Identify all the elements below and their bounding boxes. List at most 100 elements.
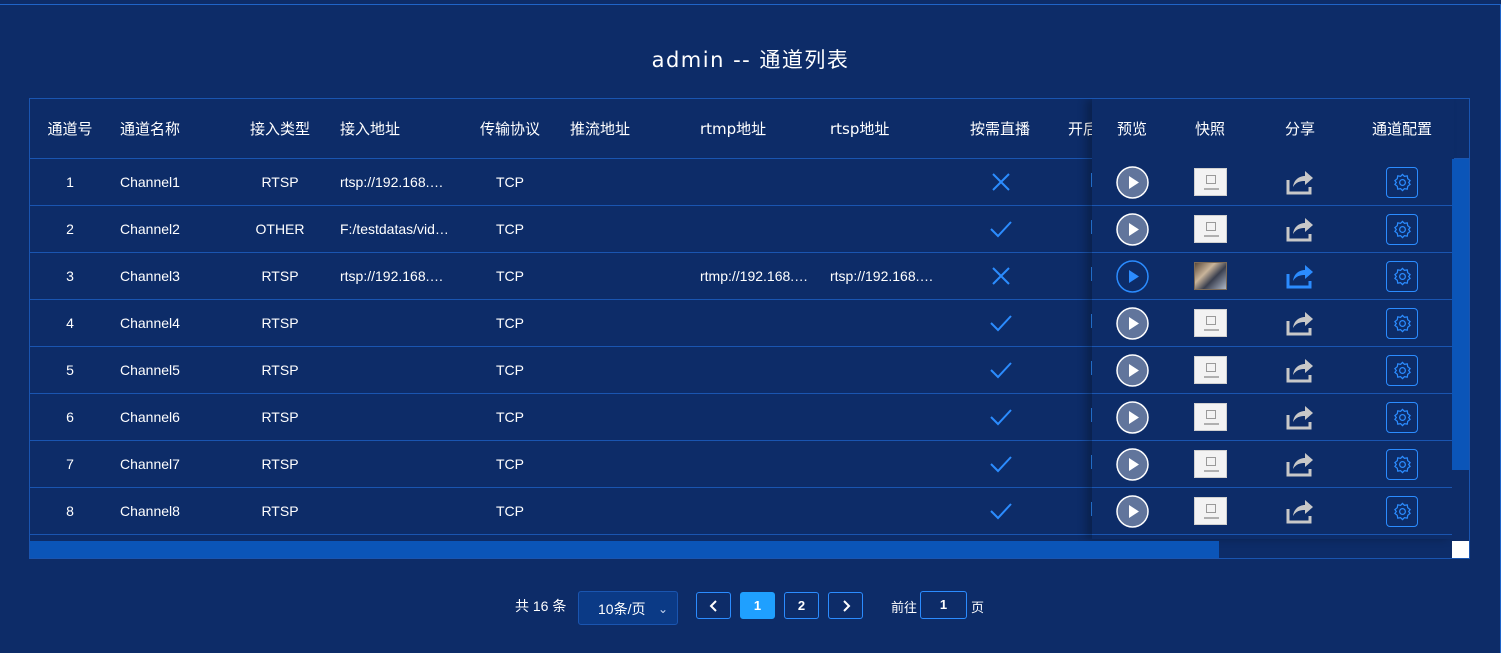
cell-rtmp-addr bbox=[700, 441, 812, 487]
chevron-left-icon bbox=[709, 600, 717, 612]
next-page-button[interactable] bbox=[828, 592, 863, 619]
header-protocol[interactable]: 传输协议 bbox=[470, 99, 550, 159]
snapshot-thumbnail[interactable] bbox=[1194, 262, 1227, 290]
check-icon bbox=[990, 456, 1012, 473]
goto-page-input[interactable]: 1 bbox=[920, 591, 967, 619]
snapshot-thumbnail[interactable] bbox=[1194, 497, 1227, 525]
cell-protocol: TCP bbox=[496, 503, 524, 519]
cell-protocol: TCP bbox=[496, 221, 524, 237]
cell-access-addr bbox=[340, 488, 452, 534]
play-circle-icon[interactable] bbox=[1116, 495, 1149, 528]
config-button[interactable] bbox=[1386, 167, 1418, 198]
share-icon[interactable] bbox=[1285, 450, 1315, 478]
page-size-select[interactable]: 10条/页 ⌄ bbox=[578, 591, 678, 625]
scrollbar-corner bbox=[1452, 541, 1469, 558]
header-config: 通道配置 bbox=[1371, 120, 1432, 138]
image-placeholder-icon bbox=[1206, 316, 1216, 325]
cell-access-type: RTSP bbox=[261, 315, 299, 331]
play-circle-icon[interactable] bbox=[1116, 448, 1149, 481]
cell-protocol: TCP bbox=[496, 456, 524, 472]
header-access-type[interactable]: 接入类型 bbox=[240, 99, 320, 159]
page-2-button[interactable]: 2 bbox=[784, 592, 819, 619]
cell-push-addr bbox=[570, 441, 682, 487]
snapshot-thumbnail[interactable] bbox=[1194, 309, 1227, 337]
config-button[interactable] bbox=[1386, 308, 1418, 339]
goto-label: 前往 bbox=[891, 600, 918, 615]
cell-channel-name: Channel7 bbox=[120, 456, 180, 472]
total-count: 共 16 条 bbox=[515, 598, 567, 614]
gear-icon bbox=[1394, 361, 1411, 380]
snapshot-thumbnail[interactable] bbox=[1194, 356, 1227, 384]
header-access-addr[interactable]: 接入地址 bbox=[340, 99, 460, 159]
snapshot-thumbnail[interactable] bbox=[1194, 215, 1227, 243]
snapshot-thumbnail[interactable] bbox=[1194, 403, 1227, 431]
prev-page-button[interactable] bbox=[696, 592, 731, 619]
snapshot-thumbnail[interactable] bbox=[1194, 450, 1227, 478]
config-button[interactable] bbox=[1386, 214, 1418, 245]
cell-access-type: RTSP bbox=[261, 503, 299, 519]
cell-channel-name: Channel8 bbox=[120, 503, 180, 519]
header-channel-name[interactable]: 通道名称 bbox=[120, 99, 230, 159]
share-icon[interactable] bbox=[1285, 356, 1315, 384]
fixed-row bbox=[1092, 206, 1452, 253]
play-circle-icon[interactable] bbox=[1116, 213, 1149, 246]
header-enable-partial: 开后 bbox=[1068, 120, 1092, 138]
page-size-value: 10条/页 bbox=[598, 601, 646, 617]
share-icon[interactable] bbox=[1285, 215, 1315, 243]
cell-channel-name: Channel3 bbox=[120, 268, 180, 284]
vertical-scrollbar-thumb[interactable] bbox=[1452, 159, 1469, 470]
cell-protocol: TCP bbox=[496, 268, 524, 284]
header-channel-no[interactable]: 通道号 bbox=[30, 99, 110, 159]
header-rtmp-addr[interactable]: rtmp地址 bbox=[700, 99, 820, 159]
image-placeholder-icon bbox=[1206, 504, 1216, 513]
check-icon bbox=[990, 503, 1012, 520]
header-push-addr[interactable]: 推流地址 bbox=[570, 99, 690, 159]
fixed-row bbox=[1092, 253, 1452, 300]
fixed-row bbox=[1092, 300, 1452, 347]
top-border-line bbox=[0, 4, 1501, 5]
cell-push-addr bbox=[570, 347, 682, 393]
cell-access-addr: rtsp://192.168.… bbox=[340, 174, 444, 190]
horizontal-scrollbar-thumb[interactable] bbox=[30, 541, 1219, 558]
cell-rtsp-addr bbox=[830, 394, 938, 440]
cell-access-type: OTHER bbox=[255, 221, 305, 237]
page-1-button[interactable]: 1 bbox=[740, 592, 775, 619]
header-on-demand[interactable]: 按需直播 bbox=[960, 99, 1040, 159]
header-rtsp-addr[interactable]: rtsp地址 bbox=[830, 99, 950, 159]
config-button[interactable] bbox=[1386, 449, 1418, 480]
cell-channel-no: 4 bbox=[66, 315, 74, 331]
cell-rtmp-addr bbox=[700, 488, 812, 534]
share-icon[interactable] bbox=[1285, 309, 1315, 337]
cell-channel-no: 7 bbox=[66, 456, 74, 472]
share-icon[interactable] bbox=[1285, 262, 1315, 290]
play-circle-icon[interactable] bbox=[1116, 354, 1149, 387]
share-icon[interactable] bbox=[1285, 168, 1315, 196]
share-icon[interactable] bbox=[1285, 497, 1315, 525]
cell-rtmp-addr bbox=[700, 394, 812, 440]
config-button[interactable] bbox=[1386, 496, 1418, 527]
config-button[interactable] bbox=[1386, 355, 1418, 386]
cell-push-addr bbox=[570, 394, 682, 440]
check-icon bbox=[990, 315, 1012, 332]
cell-rtmp-addr bbox=[700, 206, 812, 252]
config-button[interactable] bbox=[1386, 402, 1418, 433]
cell-access-type: RTSP bbox=[261, 409, 299, 425]
share-icon[interactable] bbox=[1285, 403, 1315, 431]
image-placeholder-icon bbox=[1206, 410, 1216, 419]
cell-push-addr bbox=[570, 206, 682, 252]
play-circle-icon[interactable] bbox=[1116, 401, 1149, 434]
snapshot-thumbnail[interactable] bbox=[1194, 168, 1227, 196]
check-icon bbox=[990, 409, 1012, 426]
cell-protocol: TCP bbox=[496, 315, 524, 331]
cell-rtmp-addr bbox=[700, 347, 812, 393]
cell-rtmp-addr bbox=[700, 159, 812, 205]
play-circle-icon[interactable] bbox=[1116, 166, 1149, 199]
play-circle-icon[interactable] bbox=[1116, 260, 1149, 293]
gear-icon bbox=[1394, 267, 1411, 286]
cell-channel-name: Channel2 bbox=[120, 221, 180, 237]
play-circle-icon[interactable] bbox=[1116, 307, 1149, 340]
fixed-row bbox=[1092, 394, 1452, 441]
cell-rtmp-addr: rtmp://192.168.… bbox=[700, 268, 809, 284]
config-button[interactable] bbox=[1386, 261, 1418, 292]
cell-channel-no: 5 bbox=[66, 362, 74, 378]
